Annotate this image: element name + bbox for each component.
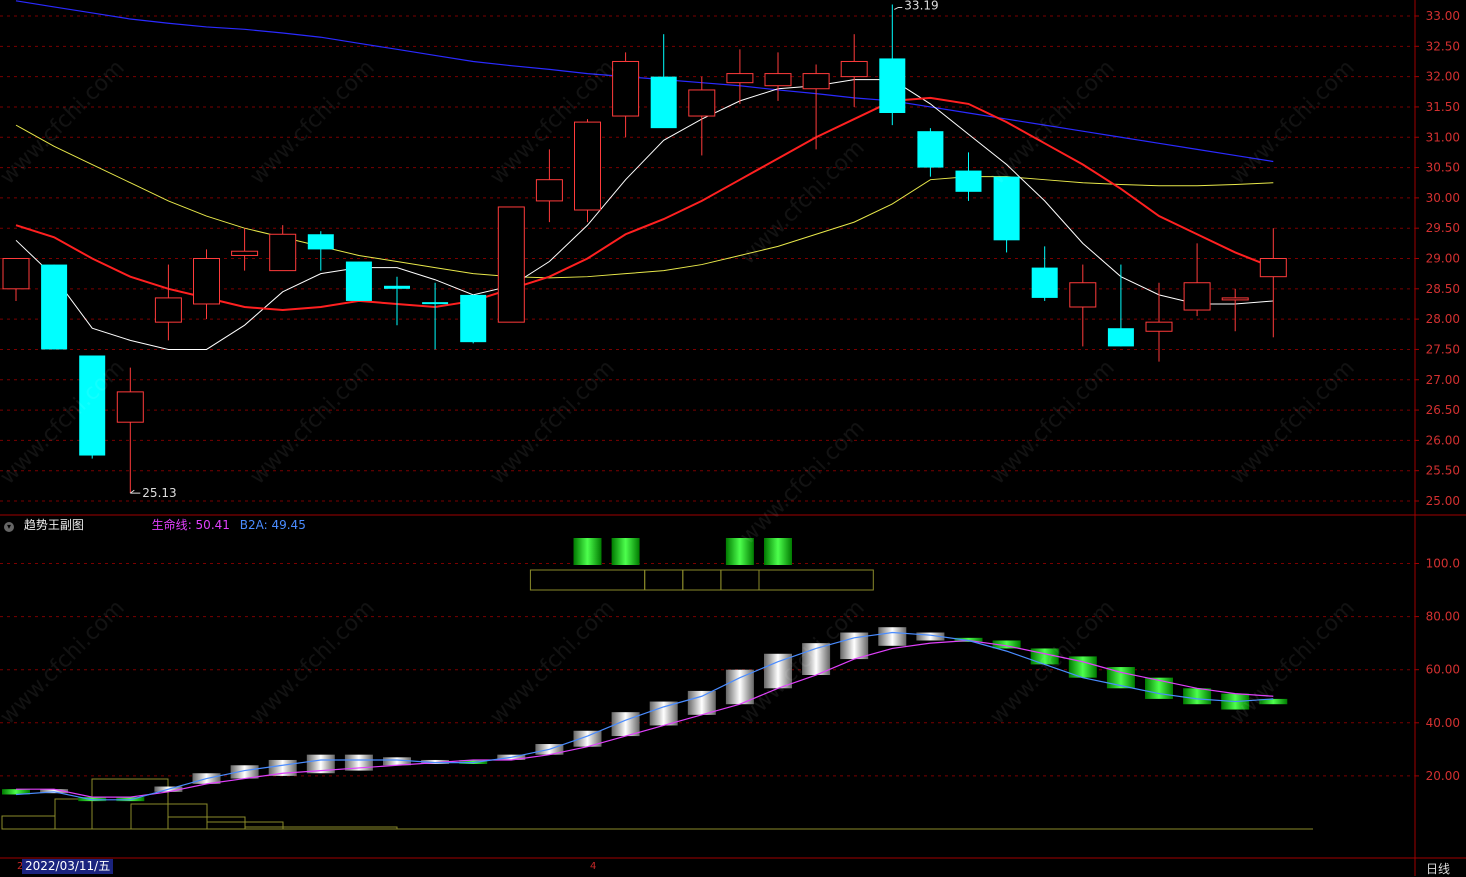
price-tick-label: 29.50 — [1426, 221, 1460, 235]
price-tick-label: 29.00 — [1426, 252, 1460, 266]
candle-body-up — [1069, 282, 1097, 308]
price-tick-label: 25.50 — [1426, 464, 1460, 478]
candle-body-down — [422, 302, 449, 305]
price-tick-label: 27.50 — [1426, 342, 1460, 356]
indicator-title: 趋势王副图 — [23, 518, 84, 532]
ma20-line — [15, 124, 1274, 279]
trend-bar-down — [1183, 688, 1212, 705]
price-tick-label: 26.50 — [1426, 403, 1460, 417]
high-marker — [894, 6, 903, 10]
candle-body-up — [688, 89, 716, 117]
candle-body-down — [79, 355, 106, 456]
signal-box — [529, 569, 646, 591]
low-label: 25.13 — [142, 486, 176, 500]
price-tick-label: 31.00 — [1426, 130, 1460, 144]
price-tick-label: 31.50 — [1426, 100, 1460, 114]
collapse-icon[interactable]: ▾ — [4, 522, 14, 532]
signal-box — [644, 569, 684, 591]
candle-body-down — [993, 176, 1020, 241]
candle-body-up — [726, 73, 754, 84]
candle-body-down — [955, 170, 982, 192]
candle-body-up — [1221, 297, 1249, 301]
signal-box — [720, 569, 760, 591]
signal-block — [573, 538, 602, 565]
sub-tick-label: 20.00 — [1426, 769, 1460, 783]
trend-bar-up — [687, 690, 716, 715]
candle-body-down — [650, 76, 677, 129]
candle-body-up — [269, 233, 297, 272]
low-marker — [130, 489, 141, 494]
trend-bar-up — [230, 765, 259, 779]
signal-block — [725, 538, 754, 565]
candle-body-down — [384, 285, 410, 289]
price-tick-label: 27.00 — [1426, 373, 1460, 387]
sub-outline-box — [244, 826, 398, 830]
price-tick-label: 30.00 — [1426, 191, 1460, 205]
candle-body-down — [307, 234, 334, 250]
candle-body-down — [1107, 328, 1134, 347]
time-axis-tick: 4 — [590, 861, 597, 872]
sub-tick-label: 80.00 — [1426, 610, 1460, 624]
period-label[interactable]: 日线 — [1426, 860, 1450, 877]
sub-tick-label: 60.00 — [1426, 663, 1460, 677]
sub-outline-box — [1, 815, 56, 830]
lifeline-legend: 生命线: 50.41 — [151, 518, 230, 532]
lifeline-legend-name: 生命线 — [151, 518, 188, 532]
lifeline-legend-value: 50.41 — [195, 518, 230, 532]
price-tick-label: 25.00 — [1426, 494, 1460, 508]
candle-body-up — [612, 60, 640, 117]
candle-body-up — [2, 258, 30, 290]
candle-body-up — [535, 179, 563, 202]
candle-body-up — [116, 391, 144, 423]
candle-body-up — [764, 73, 792, 87]
b2a-legend-name: B2A — [239, 518, 264, 532]
sub-tick-label: 40.00 — [1426, 716, 1460, 730]
candle-body-up — [574, 121, 601, 211]
trend-bar-up — [878, 627, 907, 646]
candle-body-up — [193, 258, 220, 305]
candle-body-down — [345, 261, 372, 301]
price-tick-label: 28.50 — [1426, 282, 1460, 296]
price-tick-label: 28.00 — [1426, 312, 1460, 326]
signal-block — [611, 538, 640, 565]
price-tick-label: 30.50 — [1426, 161, 1460, 175]
candle-body-up — [1145, 321, 1173, 332]
candle-body-up — [840, 60, 868, 78]
candle-body-up — [1259, 258, 1287, 278]
sub-tick-label: 100.0 — [1426, 557, 1460, 571]
signal-block — [764, 538, 792, 565]
candle-body-down — [879, 58, 906, 113]
trend-bar-up — [649, 701, 678, 726]
price-tick-label: 32.50 — [1426, 39, 1460, 53]
candle-body-up — [1183, 282, 1211, 311]
ma5-line — [15, 79, 1274, 350]
candle-body-up — [231, 250, 259, 256]
candle-body-up — [497, 206, 525, 323]
price-tick-label: 26.00 — [1426, 433, 1460, 447]
b2a-legend-value: 49.45 — [271, 518, 306, 532]
price-tick-label: 33.00 — [1426, 9, 1460, 23]
indicator-legend: ▾ 趋势王副图 生命线: 50.41 B2A: 49.45 — [4, 516, 312, 532]
candle-body-down — [1031, 267, 1058, 298]
b2a-legend: B2A: 49.45 — [239, 518, 306, 532]
candle-body-down — [917, 131, 944, 168]
price-tick-label: 32.00 — [1426, 70, 1460, 84]
chart-stage: 33.00 32.50 32.00 31.50 31.00 30.50 30.00 29.50… — [0, 0, 1466, 876]
candle-body-down — [460, 294, 487, 343]
signal-box — [682, 569, 722, 591]
high-label: 33.19 — [904, 0, 938, 12]
sub-outline-box — [54, 798, 93, 830]
signal-box — [758, 569, 874, 591]
candle-body-up — [802, 73, 830, 90]
candle-body-down — [41, 264, 68, 350]
cursor-date-label: 2022/03/11/五 — [22, 859, 114, 874]
trend-bar-up — [725, 669, 754, 705]
candle-body-up — [154, 297, 182, 323]
